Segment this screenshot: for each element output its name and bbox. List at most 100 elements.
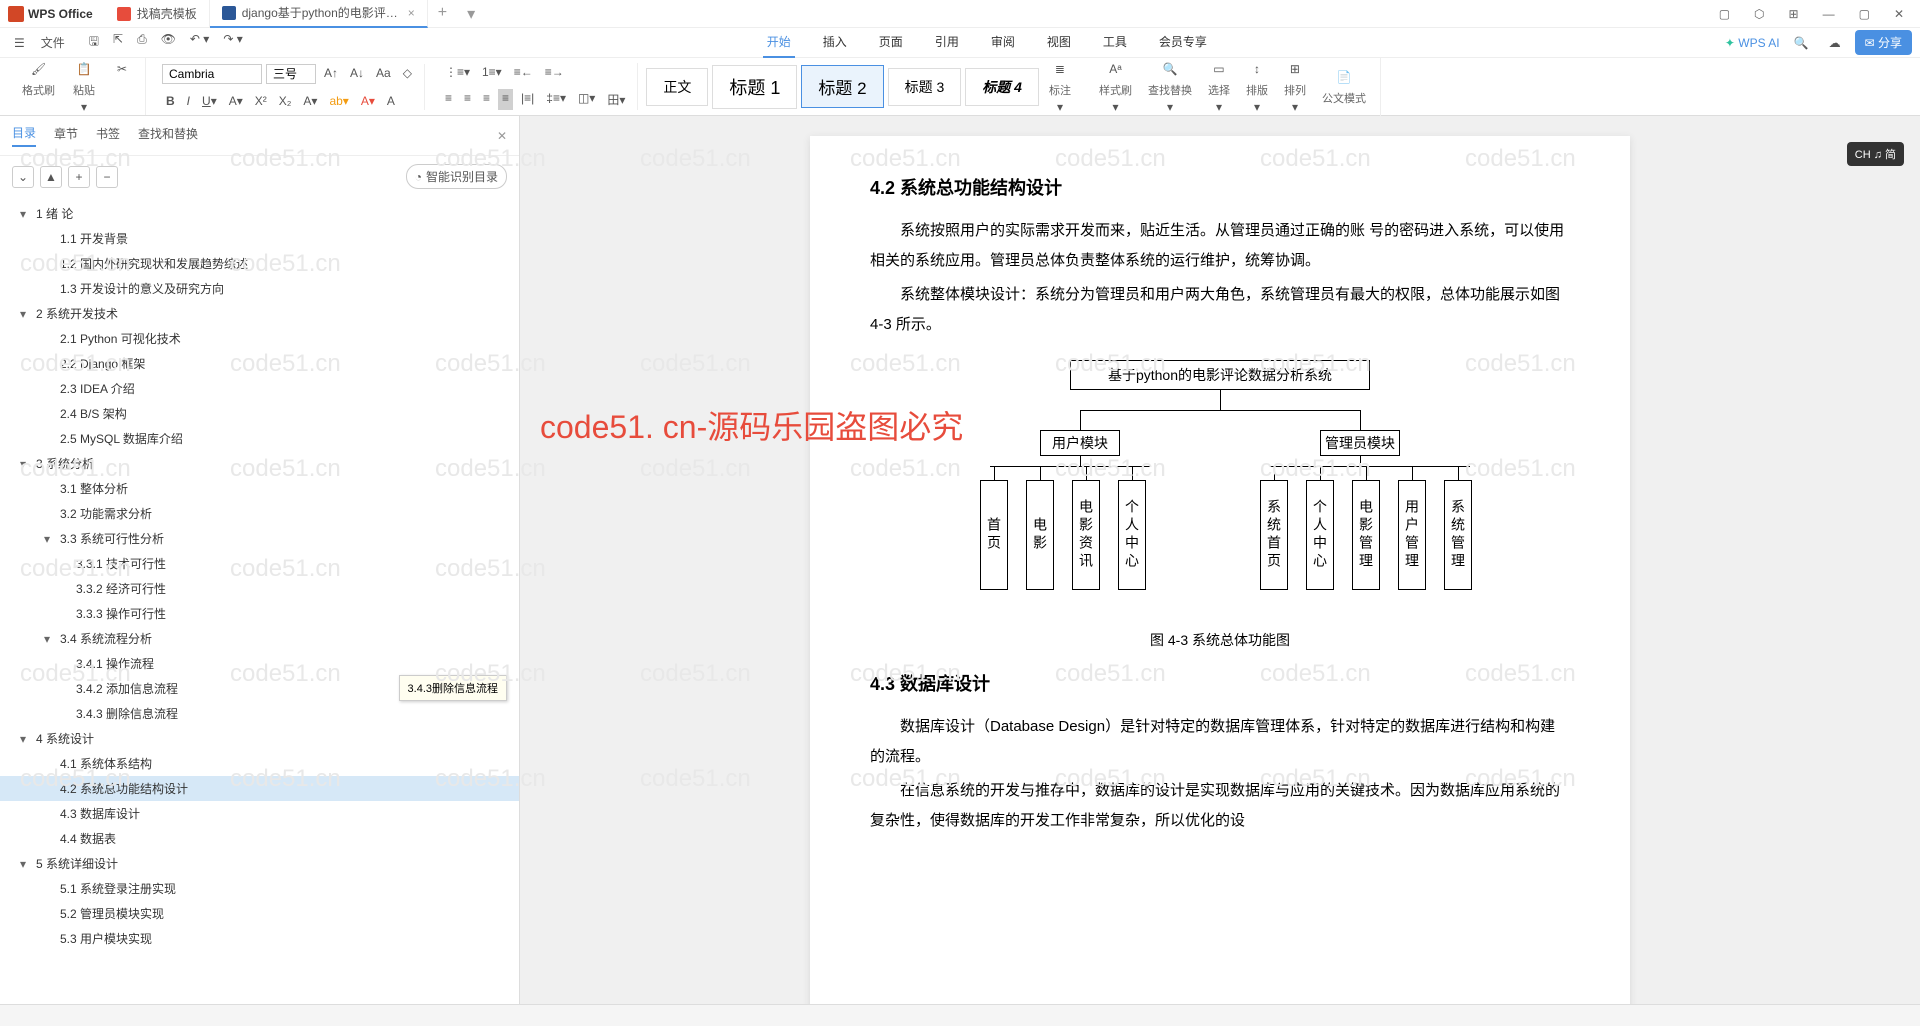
toc-item[interactable]: ▾5 系统详细设计 [0,851,519,876]
ribbon-tab-page[interactable]: 页面 [875,27,907,58]
shading-icon[interactable]: ◫▾ [574,89,599,110]
toc-item[interactable]: 3.3.3 操作可行性 [0,601,519,626]
cut-button[interactable]: ✂ [107,58,137,116]
ribbon-tab-ref[interactable]: 引用 [931,27,963,58]
align-justify-icon[interactable]: ≡ [498,89,513,110]
save-icon[interactable]: 🖫 [83,28,105,57]
arrange-button[interactable]: ⊞排列▾ [1278,58,1312,116]
tab-template[interactable]: 找稿壳模板 [105,0,210,28]
toc-item[interactable]: ▾3.3 系统可行性分析 [0,526,519,551]
style-h3[interactable]: 标题 3 [888,68,962,106]
tab-document[interactable]: django基于python的电影评… × [210,0,428,28]
chevron-down-icon[interactable]: ▾ [44,632,56,646]
toc-item[interactable]: 2.2 Django 框架 [0,351,519,376]
sidebar-tab-toc[interactable]: 目录 [12,124,36,147]
change-case-icon[interactable]: Aa [372,64,395,84]
promote-icon[interactable]: ▲ [40,166,62,188]
toc-item[interactable]: 3.3.2 经济可行性 [0,576,519,601]
collapse-all-icon[interactable]: ⌄ [12,166,34,188]
file-menu[interactable]: 文件 [35,30,71,55]
ribbon-tab-tools[interactable]: 工具 [1099,27,1131,58]
toc-item[interactable]: 5.3 用户模块实现 [0,926,519,951]
chevron-down-icon[interactable]: ▾ [20,857,32,871]
highlight-button[interactable]: ab▾ [325,92,352,110]
window-icon[interactable]: ▢ [1711,3,1738,25]
toc-item[interactable]: ▾4 系统设计 [0,726,519,751]
ribbon-tab-vip[interactable]: 会员专享 [1155,27,1211,58]
toc-item[interactable]: 2.5 MySQL 数据库介绍 [0,426,519,451]
toc-item[interactable]: ▾3 系统分析 [0,451,519,476]
add-icon[interactable]: + [68,166,90,188]
toc-item[interactable]: 1.3 开发设计的意义及研究方向 [0,276,519,301]
apps-icon[interactable]: ⊞ [1781,3,1807,25]
toc-item[interactable]: ▾1 绪 论 [0,201,519,226]
ribbon-tab-view[interactable]: 视图 [1043,27,1075,58]
chevron-down-icon[interactable]: ▾ [20,207,32,221]
align-left-icon[interactable]: ≡ [441,89,456,110]
chevron-down-icon[interactable]: ▾ [20,732,32,746]
distribute-icon[interactable]: |≡| [517,89,538,110]
smart-toc-button[interactable]: ◔ 智能识别目录 [406,164,507,189]
toc-item[interactable]: 2.3 IDEA 介绍 [0,376,519,401]
chevron-down-icon[interactable]: ▾ [20,307,32,321]
toc-button[interactable]: ≣标注▾ [1043,58,1077,116]
border-icon[interactable]: 田▾ [603,89,629,110]
close-icon[interactable]: × [408,6,415,20]
ribbon-tab-insert[interactable]: 插入 [819,27,851,58]
find-replace-button[interactable]: 🔍查找替换▾ [1142,58,1198,116]
underline-button[interactable]: U▾ [198,92,221,110]
toc-item[interactable]: 2.4 B/S 架构 [0,401,519,426]
decrease-font-icon[interactable]: A↓ [346,64,368,84]
text-effect-button[interactable]: A▾ [299,92,321,110]
minimize-button[interactable]: — [1815,3,1843,25]
ime-indicator[interactable]: CH ♫ 简 [1847,142,1904,166]
toc-item[interactable]: 4.4 数据表 [0,826,519,851]
remove-icon[interactable]: − [96,166,118,188]
superscript-button[interactable]: X² [251,92,271,110]
toc-item[interactable]: 5.2 管理员模块实现 [0,901,519,926]
increase-font-icon[interactable]: A↑ [320,64,342,84]
toc-item[interactable]: 4.1 系统体系结构 [0,751,519,776]
size-select[interactable] [266,64,316,84]
tab-menu-button[interactable]: ▾ [457,0,485,28]
toc-item[interactable]: 3.1 整体分析 [0,476,519,501]
export-icon[interactable]: ⇱ [107,28,129,57]
toc-item[interactable]: 2.1 Python 可视化技术 [0,326,519,351]
toc-item[interactable]: 5.1 系统登录注册实现 [0,876,519,901]
toc-item[interactable]: ▾2 系统开发技术 [0,301,519,326]
cube-icon[interactable]: ⬡ [1746,3,1772,25]
chevron-down-icon[interactable]: ▾ [20,457,32,471]
undo-icon[interactable]: ↶ ▾ [184,28,215,57]
toc-item[interactable]: 1.1 开发背景 [0,226,519,251]
sidebar-tab-find[interactable]: 查找和替换 [138,125,198,146]
indent-inc-icon[interactable]: ≡→ [541,63,568,81]
font-select[interactable] [162,64,262,84]
cloud-icon[interactable]: ☁ [1823,32,1847,54]
sort-button[interactable]: ↕排版▾ [1240,58,1274,116]
add-tab-button[interactable]: + [428,0,457,28]
paste-button[interactable]: 📋粘贴▾ [67,58,101,116]
select-button[interactable]: ▭选择▾ [1202,58,1236,116]
close-icon[interactable]: ✕ [497,129,507,143]
italic-button[interactable]: I [183,92,194,110]
ribbon-tab-start[interactable]: 开始 [763,27,795,58]
sidebar-tab-chapter[interactable]: 章节 [54,125,78,146]
toc-item[interactable]: 3.2 功能需求分析 [0,501,519,526]
share-button[interactable]: ✉ 分享 [1855,30,1912,55]
phonetic-button[interactable]: A [383,92,399,110]
official-mode-button[interactable]: 📄公文模式 [1316,66,1372,108]
document-canvas[interactable]: 4.2 系统总功能结构设计 系统按照用户的实际需求开发而来，贴近生活。从管理员通… [520,116,1920,1004]
bullet-list-icon[interactable]: ⋮≡▾ [441,63,474,81]
close-button[interactable]: ✕ [1886,3,1912,25]
ribbon-tab-review[interactable]: 审阅 [987,27,1019,58]
redo-icon[interactable]: ↷ ▾ [217,28,248,57]
align-center-icon[interactable]: ≡ [460,89,475,110]
style-body[interactable]: 正文 [646,68,708,106]
toc-item[interactable]: 1.2 国内外研究现状和发展趋势综述 [0,251,519,276]
bold-button[interactable]: B [162,92,179,110]
number-list-icon[interactable]: 1≡▾ [478,63,506,81]
toc-item[interactable]: 3.4.3 删除信息流程 [0,701,519,726]
style-h4[interactable]: 标题 4 [965,68,1039,106]
style-brush-button[interactable]: Aᵃ样式刷▾ [1093,58,1138,116]
toc-item[interactable]: ▾3.4 系统流程分析 [0,626,519,651]
